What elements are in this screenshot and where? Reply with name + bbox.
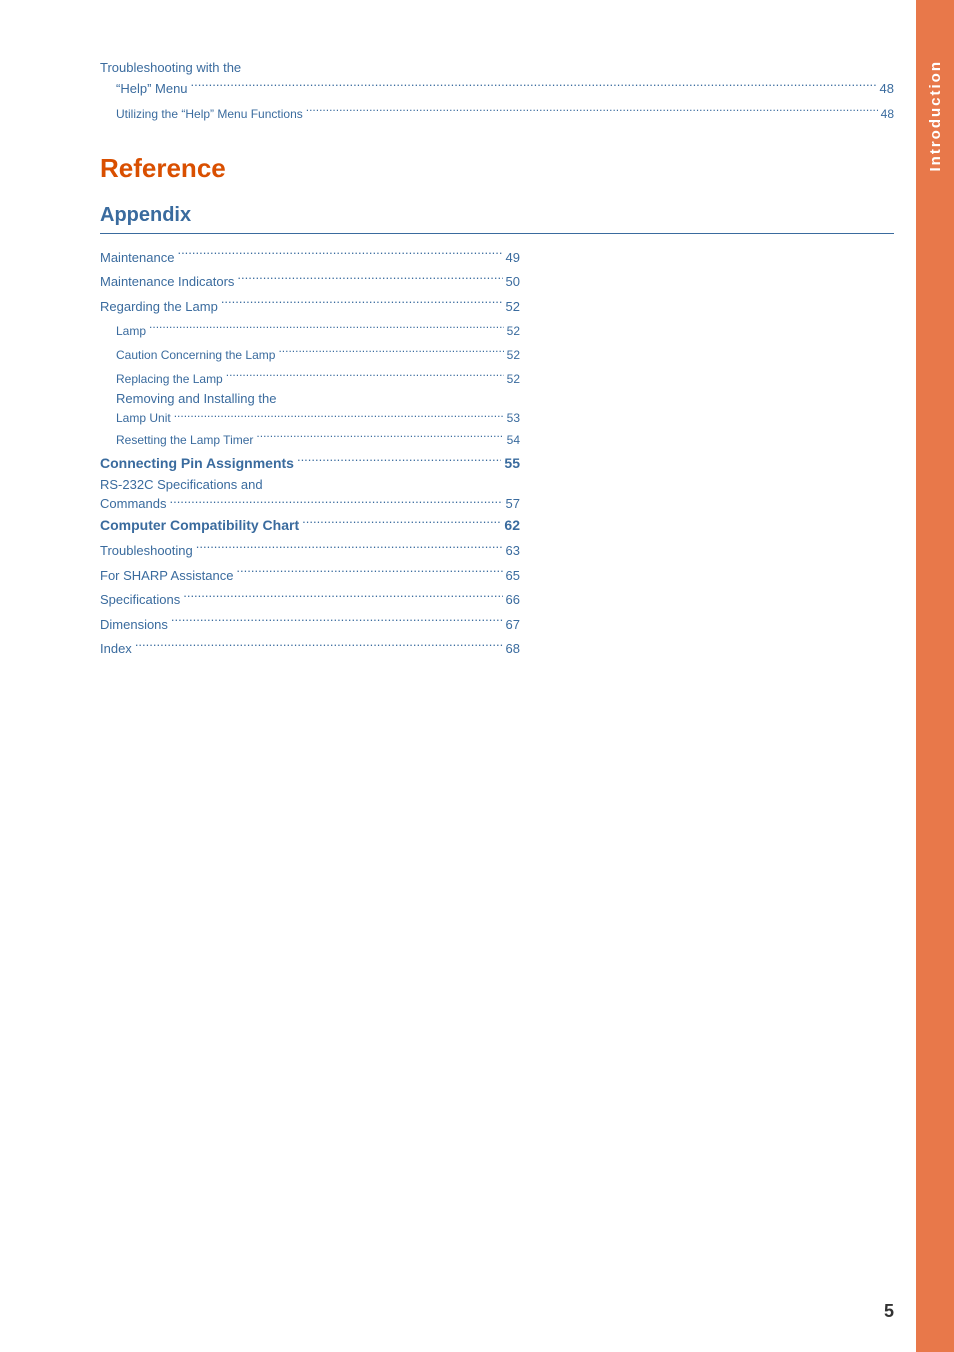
troubleshooting-header-line1: Troubleshooting with the bbox=[100, 60, 241, 75]
sharp-assistance-label: For SHARP Assistance bbox=[100, 566, 233, 586]
toc-removing-lamp: Removing and Installing the Lamp Unit 53 bbox=[100, 391, 520, 425]
utilizing-help-dots bbox=[306, 102, 878, 118]
reference-heading: Reference bbox=[100, 153, 894, 184]
help-menu-page: 48 bbox=[880, 79, 894, 99]
resetting-lamp-dots bbox=[256, 428, 503, 444]
regarding-lamp-page: 52 bbox=[506, 297, 520, 317]
help-menu-dots bbox=[191, 77, 877, 93]
toc-resetting-lamp: Resetting the Lamp Timer 54 bbox=[100, 428, 520, 449]
utilizing-help-page: 48 bbox=[881, 105, 894, 123]
connecting-pin-page: 55 bbox=[504, 453, 520, 474]
page-content: Troubleshooting with the “Help” Menu 48 … bbox=[100, 40, 894, 659]
toc-rs232c: RS-232C Specifications and Commands 57 bbox=[100, 477, 520, 511]
sidebar-tab-label: Introduction bbox=[927, 60, 944, 171]
toc-connecting-pin: Connecting Pin Assignments 55 bbox=[100, 452, 520, 474]
removing-lamp-dots bbox=[174, 406, 504, 422]
dimensions-dots bbox=[171, 613, 503, 629]
index-page: 68 bbox=[506, 639, 520, 659]
toc-index: Index 68 bbox=[100, 637, 520, 659]
dimensions-page: 67 bbox=[506, 615, 520, 635]
toc-replacing-lamp: Replacing the Lamp 52 bbox=[100, 367, 520, 388]
caution-lamp-dots bbox=[278, 343, 503, 359]
toc-lamp: Lamp 52 bbox=[100, 319, 520, 340]
troubleshooting-dots bbox=[196, 539, 503, 555]
resetting-lamp-page: 54 bbox=[507, 431, 520, 449]
replacing-lamp-page: 52 bbox=[507, 370, 520, 388]
specifications-dots bbox=[183, 588, 502, 604]
rs232c-dots bbox=[169, 492, 502, 508]
lamp-dots bbox=[149, 319, 504, 335]
rs232c-commands-label: Commands bbox=[100, 496, 166, 511]
toc-help-menu: “Help” Menu 48 bbox=[100, 77, 894, 99]
help-menu-label: “Help” Menu bbox=[116, 79, 188, 99]
maintenance-indicators-page: 50 bbox=[506, 272, 520, 292]
lamp-label: Lamp bbox=[116, 322, 146, 340]
regarding-lamp-label: Regarding the Lamp bbox=[100, 297, 218, 317]
maintenance-indicators-dots bbox=[237, 270, 502, 286]
toc-troubleshooting-header: Troubleshooting with the bbox=[100, 60, 894, 75]
appendix-heading: Appendix bbox=[100, 204, 894, 234]
lamp-page: 52 bbox=[507, 322, 520, 340]
dimensions-label: Dimensions bbox=[100, 615, 168, 635]
regarding-lamp-dots bbox=[221, 295, 503, 311]
maintenance-label: Maintenance bbox=[100, 248, 174, 268]
toc-maintenance: Maintenance 49 bbox=[100, 246, 520, 268]
page-number: 5 bbox=[884, 1301, 894, 1322]
rs232c-page: 57 bbox=[506, 496, 520, 511]
toc-utilizing-help: Utilizing the “Help” Menu Functions 48 bbox=[100, 102, 894, 123]
maintenance-page: 49 bbox=[506, 248, 520, 268]
toc-maintenance-indicators: Maintenance Indicators 50 bbox=[100, 270, 520, 292]
replacing-lamp-label: Replacing the Lamp bbox=[116, 370, 223, 388]
page-container: Introduction Troubleshooting with the “H… bbox=[0, 0, 954, 1352]
specifications-page: 66 bbox=[506, 590, 520, 610]
resetting-lamp-label: Resetting the Lamp Timer bbox=[116, 431, 253, 449]
replacing-lamp-dots bbox=[226, 367, 504, 383]
troubleshooting-section: Troubleshooting with the “Help” Menu 48 … bbox=[100, 60, 894, 123]
toc-computer-compat: Computer Compatibility Chart 62 bbox=[100, 514, 520, 536]
toc-sharp-assistance: For SHARP Assistance 65 bbox=[100, 564, 520, 586]
toc-caution-lamp: Caution Concerning the Lamp 52 bbox=[100, 343, 520, 364]
index-dots bbox=[135, 637, 503, 653]
specifications-label: Specifications bbox=[100, 590, 180, 610]
sharp-assistance-dots bbox=[236, 564, 502, 580]
index-label: Index bbox=[100, 639, 132, 659]
connecting-pin-label: Connecting Pin Assignments bbox=[100, 453, 294, 474]
maintenance-dots bbox=[177, 246, 502, 262]
utilizing-help-label: Utilizing the “Help” Menu Functions bbox=[116, 105, 303, 123]
toc-specifications: Specifications 66 bbox=[100, 588, 520, 610]
removing-lamp-line1: Removing and Installing the bbox=[116, 391, 520, 406]
toc-troubleshooting: Troubleshooting 63 bbox=[100, 539, 520, 561]
caution-lamp-page: 52 bbox=[507, 346, 520, 364]
maintenance-indicators-label: Maintenance Indicators bbox=[100, 272, 234, 292]
troubleshooting-label: Troubleshooting bbox=[100, 541, 193, 561]
toc-block: Maintenance 49 Maintenance Indicators 50… bbox=[100, 246, 520, 659]
removing-lamp-page: 53 bbox=[507, 411, 520, 425]
caution-lamp-label: Caution Concerning the Lamp bbox=[116, 346, 275, 364]
connecting-pin-dots bbox=[297, 452, 501, 468]
troubleshooting-page: 63 bbox=[506, 541, 520, 561]
sharp-assistance-page: 65 bbox=[506, 566, 520, 586]
computer-compat-dots bbox=[302, 514, 501, 530]
computer-compat-label: Computer Compatibility Chart bbox=[100, 515, 299, 536]
sidebar-tab: Introduction bbox=[916, 0, 954, 1352]
computer-compat-page: 62 bbox=[504, 515, 520, 536]
removing-lamp-label2: Lamp Unit bbox=[116, 411, 171, 425]
toc-dimensions: Dimensions 67 bbox=[100, 613, 520, 635]
rs232c-line1: RS-232C Specifications and bbox=[100, 477, 520, 492]
toc-regarding-lamp: Regarding the Lamp 52 bbox=[100, 295, 520, 317]
